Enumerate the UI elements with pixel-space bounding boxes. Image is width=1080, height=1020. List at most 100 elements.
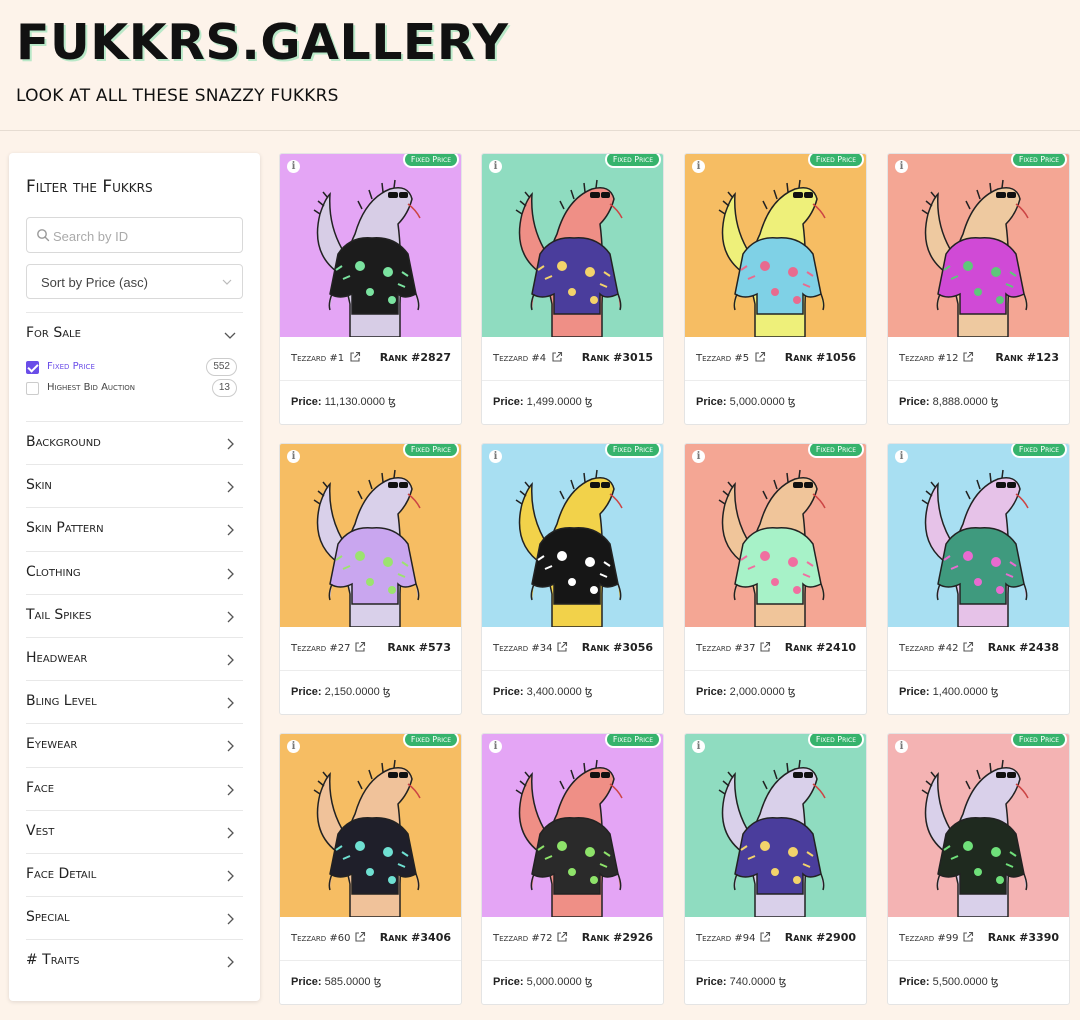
filter-section-face[interactable]: Face	[26, 780, 243, 800]
price-line: Price: 1,400.0000 ꜩ	[899, 685, 999, 698]
external-link-icon[interactable]	[759, 641, 771, 653]
info-icon[interactable]: i	[692, 740, 705, 753]
info-icon[interactable]: i	[692, 160, 705, 173]
nft-image[interactable]: i Fixed Price	[482, 734, 663, 917]
token-name[interactable]: Tezzard #34	[493, 643, 552, 654]
filter-section-vest[interactable]: Vest	[26, 823, 243, 843]
nft-card[interactable]: i Fixed Price Tezzard #72 Rank #2926 Price: …	[481, 733, 664, 1005]
option-fixed-price[interactable]: Fixed Price 552	[26, 358, 237, 376]
info-icon[interactable]: i	[692, 450, 705, 463]
info-icon[interactable]: i	[895, 160, 908, 173]
option-label: Highest Bid Auction	[47, 382, 136, 393]
price-label: Price:	[493, 976, 524, 988]
option-highest-bid-auction[interactable]: Highest Bid Auction 13	[26, 379, 237, 397]
filter-section-headwear[interactable]: Headwear	[26, 650, 243, 670]
filter-section-traits[interactable]: # Traits	[26, 952, 243, 972]
token-name[interactable]: Tezzard #5	[696, 353, 749, 364]
search-box[interactable]	[26, 217, 243, 253]
filter-section-clothing[interactable]: Clothing	[26, 564, 243, 584]
tez-currency-icon: ꜩ	[787, 396, 796, 408]
external-link-icon[interactable]	[962, 931, 974, 943]
filter-section-tail-spikes[interactable]: Tail Spikes	[26, 607, 243, 627]
search-input[interactable]	[53, 225, 233, 247]
external-link-icon[interactable]	[759, 931, 771, 943]
external-link-icon[interactable]	[551, 351, 563, 363]
filter-section-label: Clothing	[26, 563, 81, 580]
info-icon[interactable]: i	[489, 450, 502, 463]
nft-image[interactable]: i Fixed Price	[888, 734, 1069, 917]
fixed-price-badge: Fixed Price	[807, 734, 864, 748]
filter-section-for-sale[interactable]: For Sale	[26, 325, 243, 345]
external-link-icon[interactable]	[556, 931, 568, 943]
token-name[interactable]: Tezzard #94	[696, 933, 755, 944]
nft-card[interactable]: i Fixed Price Tezzard #5 Rank #1056 Price: 5…	[684, 153, 867, 425]
info-icon[interactable]: i	[895, 740, 908, 753]
filter-section-background[interactable]: Background	[26, 434, 243, 454]
external-link-icon[interactable]	[754, 351, 766, 363]
sort-select[interactable]: Sort by Price (asc)	[26, 264, 243, 299]
checkbox-fixed-price[interactable]	[26, 361, 39, 374]
price-line: Price: 8,888.0000 ꜩ	[899, 395, 999, 408]
nft-card[interactable]: i Fixed Price Tezzard #60 Rank #3406 Price: …	[279, 733, 462, 1005]
site-title[interactable]: FUKKRS.GALLERY	[16, 14, 508, 71]
nft-image[interactable]: i Fixed Price	[280, 444, 461, 627]
token-name[interactable]: Tezzard #37	[696, 643, 755, 654]
filter-section-bling-level[interactable]: Bling Level	[26, 693, 243, 713]
filter-section-skin-pattern[interactable]: Skin Pattern	[26, 520, 243, 540]
nft-card[interactable]: i Fixed Price Tezzard #99 Rank #3390 Price: …	[887, 733, 1070, 1005]
token-name[interactable]: Tezzard #60	[291, 933, 350, 944]
divider	[26, 809, 243, 811]
checkbox-highest-bid-auction[interactable]	[26, 382, 39, 395]
external-link-icon[interactable]	[354, 931, 366, 943]
info-icon[interactable]: i	[489, 160, 502, 173]
external-link-icon[interactable]	[962, 641, 974, 653]
token-name[interactable]: Tezzard #27	[291, 643, 350, 654]
nft-image[interactable]: i Fixed Price	[685, 154, 866, 337]
nft-image[interactable]: i Fixed Price	[280, 154, 461, 337]
chevron-right-icon	[227, 481, 234, 493]
nft-image[interactable]: i Fixed Price	[685, 444, 866, 627]
external-link-icon[interactable]	[349, 351, 361, 363]
token-name[interactable]: Tezzard #99	[899, 933, 958, 944]
info-icon[interactable]: i	[489, 740, 502, 753]
fixed-price-badge: Fixed Price	[1010, 444, 1067, 458]
nft-card[interactable]: i Fixed Price Tezzard #94 Rank #2900 Price: …	[684, 733, 867, 1005]
chevron-right-icon	[227, 654, 234, 666]
nft-card[interactable]: i Fixed Price Tezzard #37 Rank #2410 Price: …	[684, 443, 867, 715]
nft-image[interactable]: i Fixed Price	[685, 734, 866, 917]
external-link-icon[interactable]	[354, 641, 366, 653]
token-name[interactable]: Tezzard #42	[899, 643, 958, 654]
token-name[interactable]: Tezzard #1	[291, 353, 344, 364]
external-link-icon[interactable]	[962, 351, 974, 363]
count-badge: 13	[211, 379, 237, 397]
price-label: Price:	[696, 396, 727, 408]
nft-card[interactable]: i Fixed Price Tezzard #34 Rank #3056 Price: …	[481, 443, 664, 715]
filter-section-skin[interactable]: Skin	[26, 477, 243, 497]
token-name[interactable]: Tezzard #72	[493, 933, 552, 944]
filter-section-special[interactable]: Special	[26, 909, 243, 929]
token-name[interactable]: Tezzard #12	[899, 353, 958, 364]
filter-section-face-detail[interactable]: Face Detail	[26, 866, 243, 886]
info-icon[interactable]: i	[287, 450, 300, 463]
token-name[interactable]: Tezzard #4	[493, 353, 546, 364]
filter-section-eyewear[interactable]: Eyewear	[26, 736, 243, 756]
nft-image[interactable]: i Fixed Price	[482, 154, 663, 337]
nft-card[interactable]: i Fixed Price Tezzard #1 Rank #2827 Price: 1…	[279, 153, 462, 425]
rarity-rank: Rank #2827	[379, 351, 451, 364]
info-icon[interactable]: i	[895, 450, 908, 463]
nft-card[interactable]: i Fixed Price Tezzard #4 Rank #3015 Price: 1…	[481, 153, 664, 425]
nft-card[interactable]: i Fixed Price Tezzard #12 Rank #123 Price: 8…	[887, 153, 1070, 425]
external-link-icon[interactable]	[556, 641, 568, 653]
nft-artwork	[280, 444, 461, 627]
price-label: Price:	[493, 686, 524, 698]
nft-image[interactable]: i Fixed Price	[888, 154, 1069, 337]
nft-image[interactable]: i Fixed Price	[280, 734, 461, 917]
nft-image[interactable]: i Fixed Price	[482, 444, 663, 627]
rarity-rank: Rank #123	[995, 351, 1059, 364]
nft-image[interactable]: i Fixed Price	[888, 444, 1069, 627]
nft-card[interactable]: i Fixed Price Tezzard #27 Rank #573 Price: 2…	[279, 443, 462, 715]
info-icon[interactable]: i	[287, 160, 300, 173]
nft-card[interactable]: i Fixed Price Tezzard #42 Rank #2438 Price: …	[887, 443, 1070, 715]
card-meta: Tezzard #27 Rank #573	[280, 627, 461, 671]
info-icon[interactable]: i	[287, 740, 300, 753]
